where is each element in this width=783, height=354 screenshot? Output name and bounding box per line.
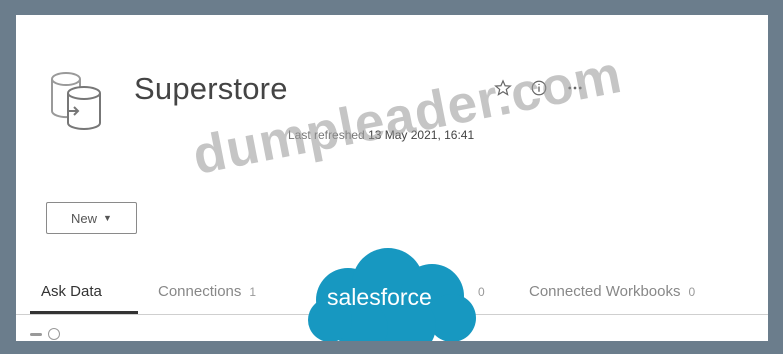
caret-down-icon: ▼ xyxy=(103,213,112,223)
new-button-label: New xyxy=(71,210,98,226)
page-title: Superstore xyxy=(134,71,288,106)
new-button[interactable]: New ▼ xyxy=(46,202,137,234)
content-row-partial xyxy=(30,328,60,340)
watermark: dumpleader.com xyxy=(188,44,627,186)
active-tab-indicator xyxy=(30,311,138,314)
main-panel: Superstore Last refreshed 13 May 2021, 1… xyxy=(16,15,768,341)
tab-connections[interactable]: Connections 1 xyxy=(158,283,256,300)
tab-label: Ask Data xyxy=(41,283,102,300)
tab-count: 1 xyxy=(249,285,257,299)
tab-label: Connected Workbooks xyxy=(529,283,681,300)
tab-count: 0 xyxy=(688,285,696,299)
partial-icon xyxy=(48,328,60,340)
tab-label: Connections xyxy=(158,283,242,300)
datasource-icon xyxy=(51,72,101,130)
tab-ask-data[interactable]: Ask Data xyxy=(41,283,102,300)
brand-text: salesforce xyxy=(327,284,432,310)
partial-text xyxy=(30,332,42,336)
tab-connected-workbooks[interactable]: Connected Workbooks 0 xyxy=(529,283,695,300)
